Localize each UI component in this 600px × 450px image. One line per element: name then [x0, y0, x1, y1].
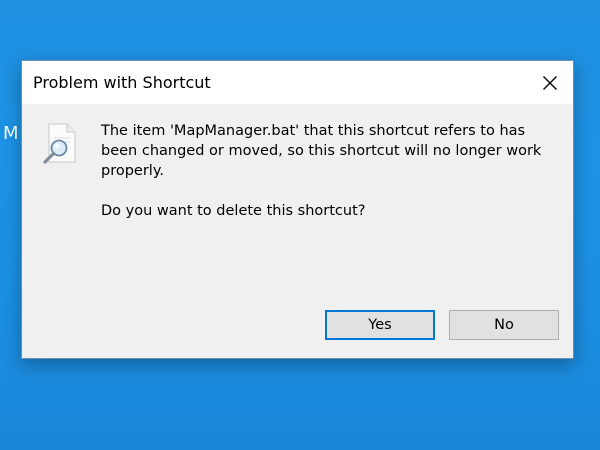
dialog-title: Problem with Shortcut [33, 73, 211, 92]
question-text: Do you want to delete this shortcut? [101, 203, 366, 219]
close-button[interactable] [527, 61, 573, 104]
yes-button[interactable]: Yes [325, 310, 435, 340]
file-search-icon [43, 123, 76, 164]
dialog-titlebar[interactable]: Problem with Shortcut [22, 61, 573, 104]
dialog-message: The item 'MapManager.bat' that this shor… [101, 121, 561, 221]
problem-with-shortcut-dialog: Problem with Shortcut The item 'MapManag… [21, 60, 574, 359]
desktop-icon-label-fragment: M [3, 123, 19, 144]
close-icon [543, 75, 557, 90]
no-button[interactable]: No [449, 310, 559, 340]
dialog-content: The item 'MapManager.bat' that this shor… [22, 104, 573, 358]
message-text: The item 'MapManager.bat' that this shor… [101, 123, 542, 179]
